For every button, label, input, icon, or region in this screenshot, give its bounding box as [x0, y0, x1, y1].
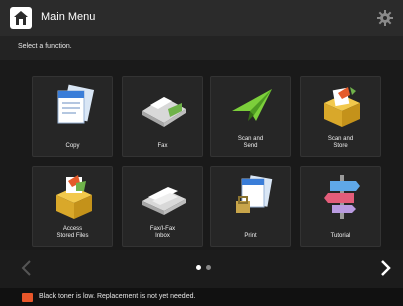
- settings-button[interactable]: [376, 9, 394, 27]
- prompt-text: Select a function.: [18, 43, 72, 50]
- gear-icon: [377, 10, 393, 26]
- scan-send-icon: [232, 89, 272, 121]
- page-dot-active: [196, 265, 201, 270]
- scan-store-icon: [324, 87, 360, 127]
- tile-label: Fax: [157, 143, 168, 149]
- tile-fax[interactable]: Fax: [122, 76, 203, 157]
- tile-scan-and-store[interactable]: Scan and Store: [300, 76, 381, 157]
- tile-label: Access Stored Files: [56, 226, 89, 239]
- tile-scan-and-send[interactable]: Scan and Send: [210, 76, 291, 157]
- next-page-button[interactable]: [378, 259, 392, 277]
- tile-label: Print: [244, 233, 257, 239]
- page-indicator: [196, 265, 211, 270]
- home-icon: [14, 11, 28, 25]
- tile-label: Scan and Send: [237, 136, 264, 149]
- home-button[interactable]: [10, 7, 32, 29]
- fax-inbox-icon: [142, 187, 186, 215]
- status-message: Black toner is low. Replacement is not y…: [39, 293, 196, 300]
- tile-access-stored-files[interactable]: Access Stored Files: [32, 166, 113, 247]
- tutorial-icon: [324, 175, 360, 219]
- tile-print[interactable]: Print: [210, 166, 291, 247]
- fax-icon: [142, 97, 186, 127]
- page-dot: [206, 265, 211, 270]
- tile-copy[interactable]: Copy: [32, 76, 113, 157]
- stored-files-icon: [56, 175, 92, 219]
- tile-label: Scan and Store: [327, 136, 354, 149]
- tile-label: Tutorial: [330, 233, 351, 239]
- header-bar: Main Menu: [0, 0, 403, 36]
- page-title: Main Menu: [41, 11, 96, 23]
- tile-label: Copy: [65, 143, 80, 149]
- print-icon: [236, 175, 273, 213]
- toner-warning-icon: [22, 293, 33, 302]
- prompt-bar: Select a function.: [0, 36, 403, 60]
- previous-page-button[interactable]: [20, 259, 34, 277]
- function-grid: Copy Fax Scan and Send Scan and Store Ac…: [0, 60, 403, 250]
- tile-label: Fax/I-Fax Inbox: [149, 226, 176, 239]
- tile-tutorial[interactable]: Tutorial: [300, 166, 381, 247]
- tile-fax-inbox[interactable]: Fax/I-Fax Inbox: [122, 166, 203, 247]
- status-bar[interactable]: Black toner is low. Replacement is not y…: [0, 288, 403, 306]
- copy-icon: [57, 84, 95, 124]
